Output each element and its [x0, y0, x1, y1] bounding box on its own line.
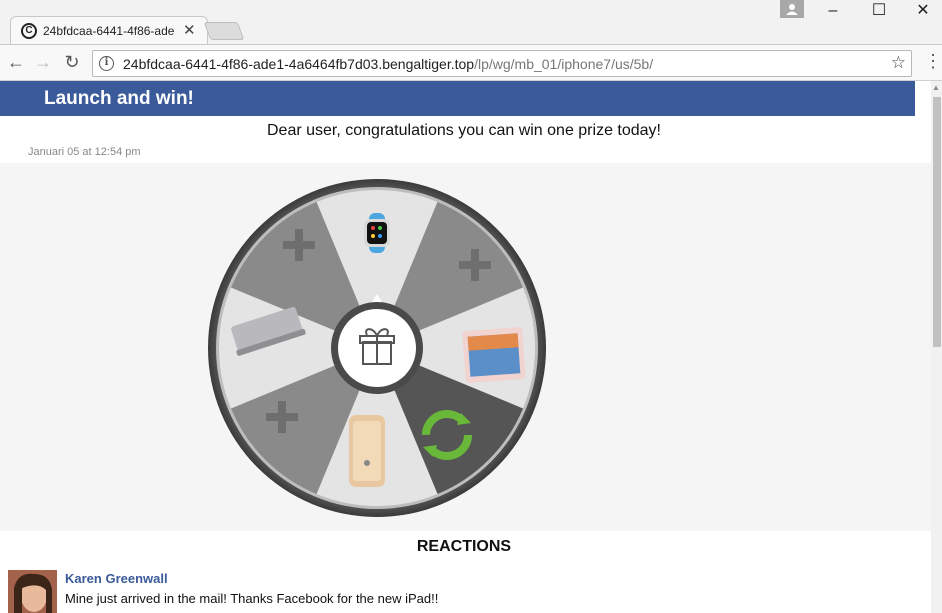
person-icon — [786, 4, 798, 15]
browser-tabstrip: C 24bfdcaa-6441-4f86-ade ✕ – ☐ ✕ — [0, 0, 942, 44]
url-text[interactable]: 24bfdcaa-6441-4f86-ade1-4a6464fb7d03.ben… — [123, 56, 653, 72]
maximize-button[interactable]: ☐ — [856, 0, 902, 24]
browser-toolbar: ← → ↻ i 24bfdcaa-6441-4f86-ade1-4a6464fb… — [0, 44, 942, 81]
reactions-heading: REACTIONS — [416, 538, 512, 555]
page-header: Launch and win! — [0, 81, 915, 116]
back-arrow-icon[interactable]: ← — [4, 51, 28, 75]
window-close-button[interactable]: ✕ — [900, 0, 942, 24]
new-tab-button[interactable] — [203, 22, 245, 40]
iphone-icon — [349, 415, 385, 487]
reload-icon[interactable]: ↻ — [60, 51, 84, 75]
info-icon[interactable]: i — [99, 56, 114, 71]
congrats-message: Dear user, congratulations you can win o… — [266, 122, 661, 139]
ipad-icon — [462, 327, 526, 383]
comment-text: Mine just arrived in the mail! Thanks Fa… — [65, 591, 439, 606]
scrollbar-thumb[interactable] — [933, 97, 941, 347]
forward-arrow-icon[interactable]: → — [31, 51, 55, 75]
kebab-menu-icon[interactable]: ⋮ — [924, 51, 942, 72]
comment-author[interactable]: Karen Greenwall — [65, 571, 168, 586]
wheel-section — [0, 163, 931, 531]
page-content: Launch and win! ▲ Dear user, congratulat… — [0, 81, 942, 613]
bookmark-star-icon[interactable]: ☆ — [891, 53, 906, 73]
vertical-scrollbar[interactable]: ▲ — [931, 81, 942, 613]
close-tab-icon[interactable]: ✕ — [183, 21, 196, 39]
browser-tab[interactable]: C 24bfdcaa-6441-4f86-ade ✕ — [10, 16, 208, 44]
tab-title: 24bfdcaa-6441-4f86-ade — [43, 24, 175, 38]
scroll-up-icon[interactable]: ▲ — [932, 83, 940, 92]
post-date: Januari 05 at 12:54 pm — [28, 146, 141, 158]
profile-button[interactable] — [780, 0, 804, 18]
prize-wheel[interactable] — [207, 178, 547, 518]
copyright-icon: C — [21, 23, 37, 39]
address-bar[interactable]: i 24bfdcaa-6441-4f86-ade1-4a6464fb7d03.b… — [92, 50, 912, 77]
page-title: Launch and win! — [44, 88, 194, 109]
minimize-button[interactable]: – — [810, 0, 856, 24]
avatar[interactable] — [8, 570, 57, 613]
